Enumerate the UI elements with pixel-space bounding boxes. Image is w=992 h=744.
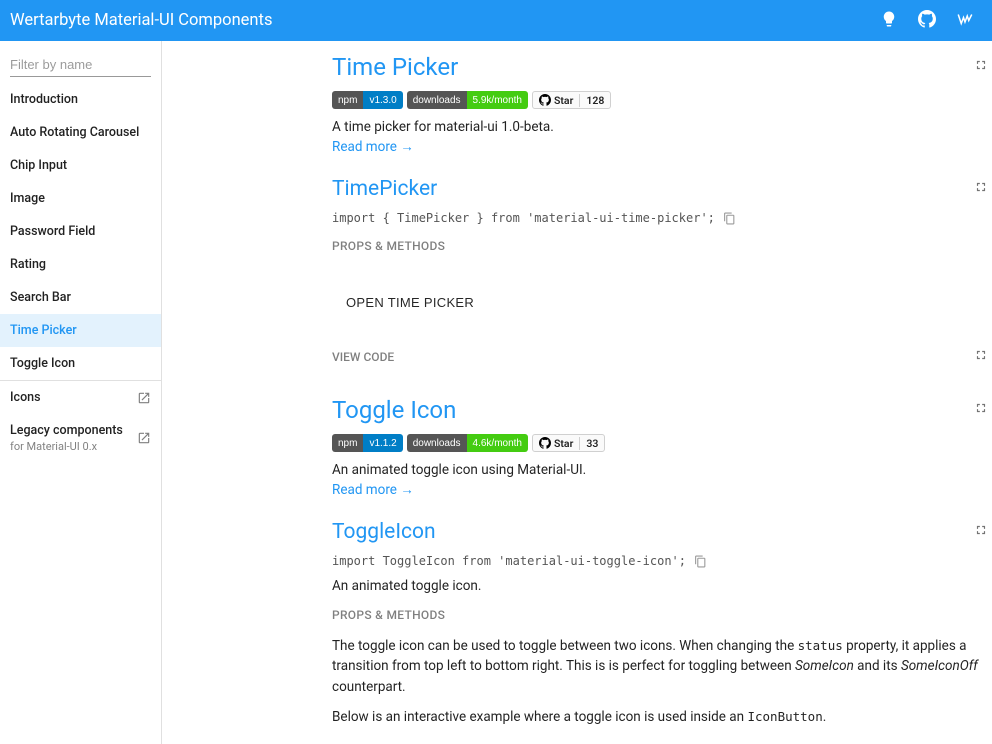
import-code: import { TimePicker } from 'material-ui-… [332,211,992,225]
sidebar-item-legacy[interactable]: Legacy components for Material-UI 0.x [0,414,161,462]
github-star-button[interactable]: Star 33 [532,434,605,452]
sidebar-item-chip-input[interactable]: Chip Input [0,149,161,182]
github-icon[interactable] [918,10,936,32]
github-icon [539,94,551,106]
npm-badge[interactable]: npmv1.3.0 [332,91,403,109]
sidebar-item-toggle-icon[interactable]: Toggle Icon [0,347,161,380]
copy-icon[interactable] [694,555,707,568]
body-text: The toggle icon can be used to toggle be… [332,636,992,697]
component-subtitle[interactable]: TimePicker [332,177,437,201]
downloads-badge[interactable]: downloads4.6k/month [407,434,528,452]
section-title[interactable]: Toggle Icon [332,396,456,424]
fullscreen-icon[interactable] [974,401,992,419]
sidebar-item-icons[interactable]: Icons [0,381,161,414]
copy-icon[interactable] [723,212,736,225]
sub-description: An animated toggle icon. [332,578,992,594]
downloads-badge[interactable]: downloads5.9k/month [407,91,528,109]
view-code-toggle[interactable]: VIEW CODE [332,348,992,366]
github-star-button[interactable]: Star 128 [532,91,611,109]
sidebar-item-search-bar[interactable]: Search Bar [0,281,161,314]
app-bar: Wertarbyte Material-UI Components [0,0,992,41]
external-link-icon [137,391,151,405]
description: An animated toggle icon using Material-U… [332,462,992,478]
section-title[interactable]: Time Picker [332,53,458,81]
github-icon [539,437,551,449]
open-time-picker-button[interactable]: OPEN TIME PICKER [332,285,488,320]
external-link-icon [137,431,151,445]
sidebar: Introduction Auto Rotating Carousel Chip… [0,41,162,744]
fullscreen-icon[interactable] [974,523,992,541]
npm-badge[interactable]: npmv1.1.2 [332,434,403,452]
header-icons [880,10,982,32]
app-title: Wertarbyte Material-UI Components [10,11,272,30]
section-time-picker: Time Picker npmv1.3.0 downloads5.9k/mont… [332,53,992,366]
lightbulb-icon[interactable] [880,10,898,32]
sidebar-item-time-picker[interactable]: Time Picker [0,314,161,347]
sidebar-item-rating[interactable]: Rating [0,248,161,281]
fullscreen-icon[interactable] [974,58,992,76]
main-content: Time Picker npmv1.3.0 downloads5.9k/mont… [162,41,992,744]
read-more-link[interactable]: Read more → [332,482,414,498]
sidebar-item-carousel[interactable]: Auto Rotating Carousel [0,116,161,149]
import-code: import ToggleIcon from 'material-ui-togg… [332,554,992,568]
props-heading[interactable]: PROPS & METHODS [332,608,992,622]
props-heading[interactable]: PROPS & METHODS [332,239,992,253]
sidebar-item-password[interactable]: Password Field [0,215,161,248]
sidebar-item-image[interactable]: Image [0,182,161,215]
wertarbyte-icon[interactable] [956,10,974,32]
fullscreen-icon[interactable] [974,180,992,198]
description: A time picker for material-ui 1.0-beta. [332,119,992,135]
sidebar-item-introduction[interactable]: Introduction [0,83,161,116]
section-toggle-icon: Toggle Icon npmv1.1.2 downloads4.6k/mont… [332,396,992,744]
read-more-link[interactable]: Read more → [332,139,414,155]
fullscreen-icon[interactable] [974,348,992,366]
filter-input[interactable] [10,53,151,77]
component-subtitle[interactable]: ToggleIcon [332,520,436,544]
body-text: Below is an interactive example where a … [332,707,992,727]
